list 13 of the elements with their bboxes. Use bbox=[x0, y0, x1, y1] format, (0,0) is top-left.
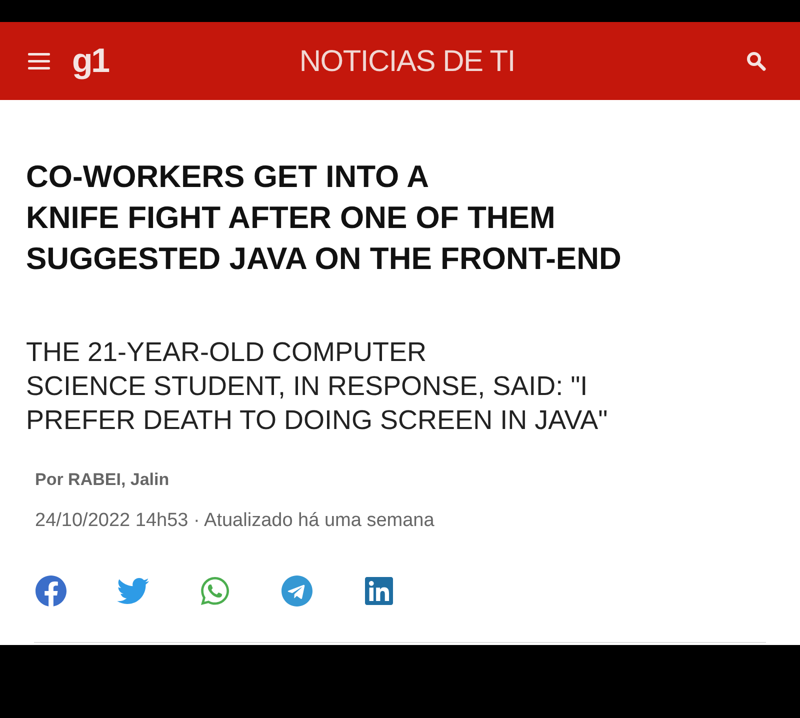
subtitle: THE 21-YEAR-OLD COMPUTER SCIENCE STUDENT, IN RESPONSE, SAID: "I PREFER DEATH TO DOING SCREEN IN JAVA" bbox=[26, 336, 609, 437]
section-title: NOTICIAS DE TI bbox=[298, 44, 516, 80]
twitter-icon[interactable] bbox=[117, 575, 149, 607]
menu-icon[interactable] bbox=[28, 52, 50, 70]
byline: Por RABEI, Jalin bbox=[35, 469, 170, 491]
headline: CO-WORKERS GET INTO A KNIFE FIGHT AFTER ONE OF THEM SUGGESTED JAVA ON THE FRONT-END bbox=[26, 158, 622, 278]
timestamp: 24/10/2022 14h53 · Atualizado há uma semana bbox=[35, 508, 436, 532]
telegram-icon[interactable] bbox=[281, 575, 313, 607]
linkedin-icon[interactable] bbox=[363, 575, 395, 607]
site-logo[interactable]: g1 bbox=[72, 44, 108, 78]
search-icon[interactable] bbox=[746, 51, 766, 71]
facebook-icon[interactable] bbox=[35, 575, 67, 607]
whatsapp-icon[interactable] bbox=[199, 575, 231, 607]
